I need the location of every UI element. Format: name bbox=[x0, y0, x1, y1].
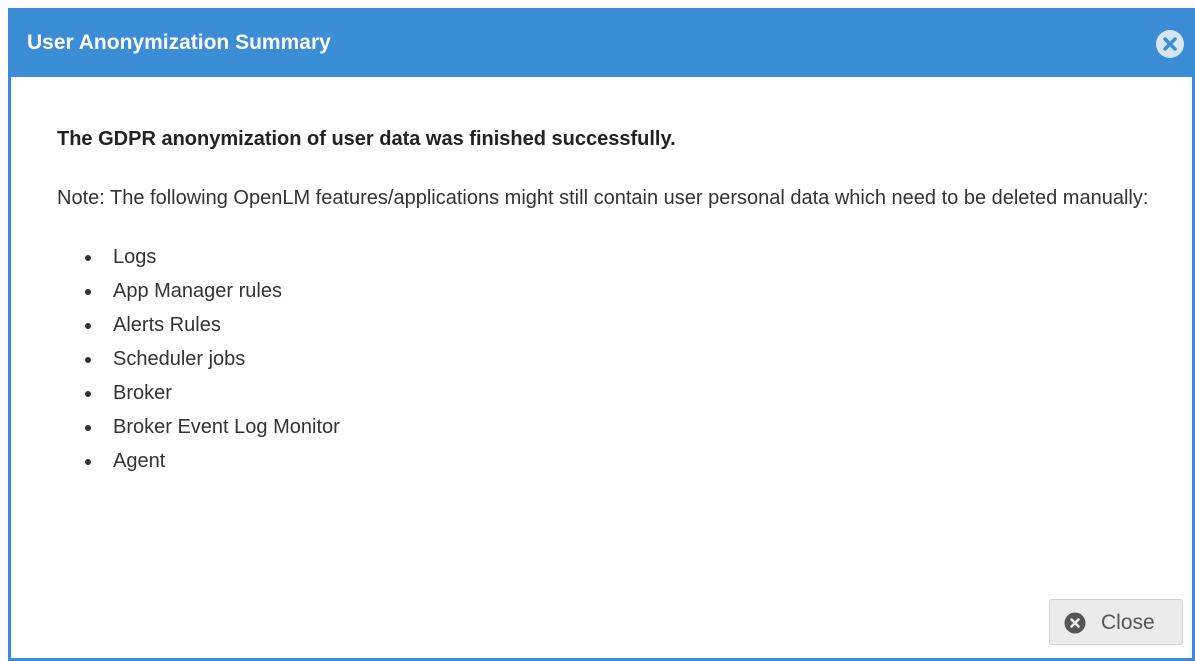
list-item: Broker Event Log Monitor bbox=[85, 410, 1157, 444]
list-item: App Manager rules bbox=[85, 274, 1157, 308]
anonymization-summary-dialog: User Anonymization Summary The GDPR anon… bbox=[8, 8, 1195, 661]
list-item: Broker bbox=[85, 376, 1157, 410]
feature-list: Logs App Manager rules Alerts Rules Sche… bbox=[57, 240, 1157, 478]
close-circle-icon[interactable] bbox=[1155, 29, 1185, 59]
list-item: Scheduler jobs bbox=[85, 342, 1157, 376]
note-text: Note: The following OpenLM features/appl… bbox=[57, 187, 1149, 209]
list-item: Agent bbox=[85, 444, 1157, 478]
close-button-label: Close bbox=[1101, 611, 1155, 634]
close-button[interactable]: Close bbox=[1049, 599, 1183, 645]
success-message: The GDPR anonymization of user data was … bbox=[57, 128, 676, 150]
dialog-title: User Anonymization Summary bbox=[27, 31, 331, 54]
dialog-body: The GDPR anonymization of user data was … bbox=[57, 126, 1157, 478]
list-item: Logs bbox=[85, 240, 1157, 274]
list-item: Alerts Rules bbox=[85, 308, 1157, 342]
dialog-titlebar: User Anonymization Summary bbox=[8, 8, 1195, 77]
close-circle-icon bbox=[1064, 612, 1086, 634]
